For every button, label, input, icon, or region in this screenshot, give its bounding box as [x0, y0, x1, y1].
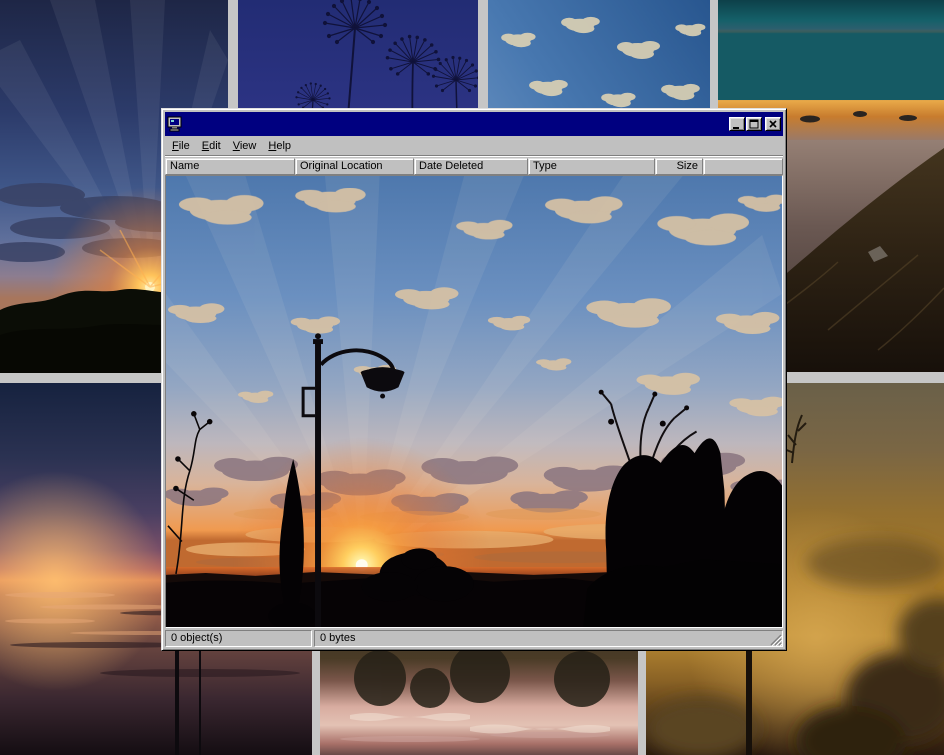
column-header-original-location[interactable]: Original Location — [295, 158, 414, 175]
column-header-name[interactable]: Name — [165, 158, 295, 175]
minimize-button[interactable] — [729, 117, 745, 131]
column-header-type[interactable]: Type — [528, 158, 655, 175]
column-header-stub — [703, 158, 783, 175]
sunset-photo — [166, 176, 782, 627]
column-headers: Name Original Location Date Deleted Type… — [165, 158, 783, 175]
menu-edit[interactable]: Edit — [196, 138, 227, 154]
recycle-bin-icon — [167, 116, 183, 132]
menu-help[interactable]: Help — [262, 138, 297, 154]
menu-view[interactable]: View — [227, 138, 263, 154]
status-bytes: 0 bytes — [314, 630, 783, 647]
window-controls — [728, 117, 781, 131]
status-objects: 0 object(s) — [165, 630, 312, 647]
maximize-button[interactable] — [746, 117, 762, 131]
resize-grip[interactable] — [769, 633, 782, 646]
window-titlebar[interactable] — [165, 112, 783, 136]
menu-bar: File Edit View Help — [165, 136, 783, 156]
desktop: File Edit View Help Name Original Locati… — [0, 0, 944, 755]
column-header-date-deleted[interactable]: Date Deleted — [414, 158, 528, 175]
folder-view[interactable] — [165, 175, 783, 628]
recycle-bin-window: File Edit View Help Name Original Locati… — [161, 108, 787, 651]
status-bar: 0 object(s) 0 bytes — [165, 630, 783, 647]
close-button[interactable] — [765, 117, 781, 131]
menu-file[interactable]: File — [166, 138, 196, 154]
column-header-size[interactable]: Size — [655, 158, 703, 175]
